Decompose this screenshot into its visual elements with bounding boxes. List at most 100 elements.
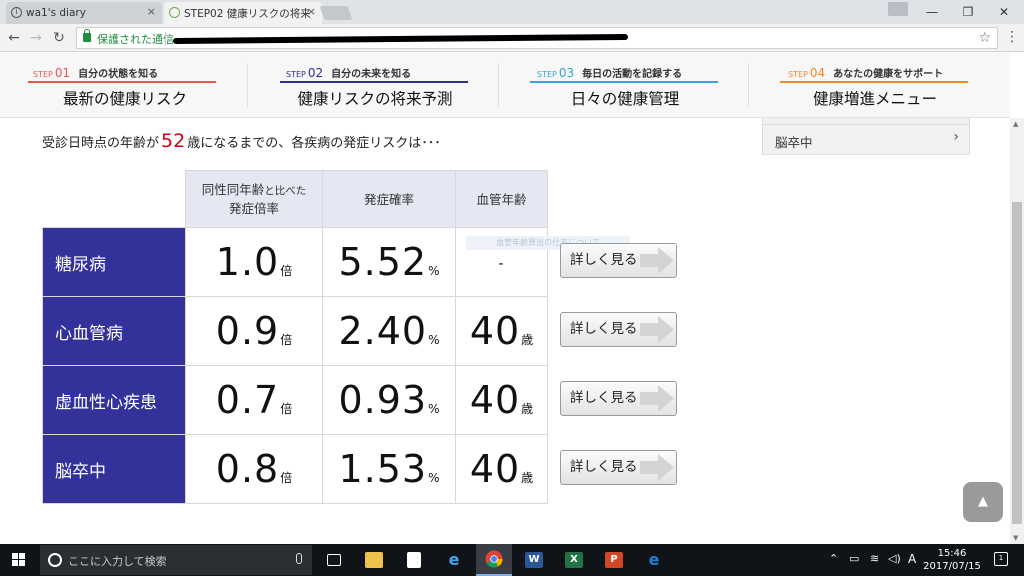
windows-start-icon[interactable] [12,553,26,567]
clock-date: 2017/07/15 [923,561,981,572]
taskbar-app-word[interactable]: W [516,544,552,576]
taskbar-app-ie[interactable]: e [436,544,472,576]
close-tab-icon[interactable]: × [307,5,316,18]
disease-name: 糖尿病 [42,227,186,297]
clock-time: 15:46 [937,548,967,559]
table-header-row: 同性同年齢と比べた 発症倍率 発症確率 血管年齢 [43,170,548,228]
step-underline [28,81,216,83]
task-view-button[interactable] [316,544,352,576]
step-tag: STEP [286,70,306,79]
action-center-icon[interactable]: 1 [994,552,1008,566]
store-icon [407,552,421,568]
battery-icon[interactable]: ▭ [849,552,859,565]
disease-name: 心血管病 [42,296,186,366]
ratio-value: 0.9 [215,309,280,353]
step-title: 健康リスクの将来予測 [297,90,453,108]
task-view-icon [327,554,341,566]
restore-button[interactable]: ❐ [950,0,986,24]
ratio-unit: 倍 [280,402,293,416]
step-title: 日々の健康管理 [570,90,680,108]
taskbar-app-store[interactable] [396,544,432,576]
forward-button[interactable]: → [28,29,44,47]
ime-indicator[interactable]: A [908,552,916,566]
taskbar-app-chrome[interactable] [476,544,512,576]
table-row: 心血管病 0.9倍 2.40% 40歳 [42,296,548,366]
ratio-unit: 倍 [280,333,293,347]
ratio-cell: 0.8倍 [185,434,323,504]
detail-button-stroke[interactable]: 詳しく見る [560,450,677,485]
chevron-right-icon: › [953,129,959,145]
step-underline [280,81,468,83]
vascular-age-value: 40 [469,447,521,491]
step-02-nav-item[interactable]: STEP 02 自分の未来を知る 健康リスクの将来予測 [250,53,500,118]
tab-step02[interactable]: STEP02 健康リスクの将来 × [164,2,322,24]
detail-button-label: 詳しく見る [570,390,638,406]
step-number: 04 [809,66,826,80]
disease-menu-item-stroke[interactable]: 脳卒中 › [762,118,970,155]
step-heading-text: 自分の未来を知る [331,69,412,80]
new-tab-button[interactable] [319,6,353,20]
detail-button-diabetes[interactable]: 詳しく見る [560,243,677,278]
vascular-age-cell: 40歳 [455,365,548,435]
arrow-right-icon [640,316,674,343]
address-bar[interactable]: 保護された通信 ☆ [76,27,998,49]
taskbar-app-explorer[interactable] [356,544,392,576]
step-tag: STEP [33,70,53,79]
microphone-icon[interactable] [296,553,302,564]
close-tab-icon[interactable]: × [147,5,156,18]
network-icon[interactable]: ≋ [870,552,879,565]
taskbar-app-excel[interactable]: X [556,544,592,576]
reload-button[interactable]: ↻ [51,29,67,47]
tab-label: STEP02 健康リスクの将来 [184,7,311,20]
taskbar-clock[interactable]: 15:46 2017/07/15 [922,547,982,573]
volume-icon[interactable]: ◁) [888,552,901,565]
bookmark-star-icon[interactable]: ☆ [978,30,991,46]
vascular-age-unit: 歳 [521,333,534,347]
table-row: 脳卒中 0.8倍 1.53% 40歳 [42,434,548,504]
detail-button-label: 詳しく見る [570,252,638,268]
taskbar-search-box[interactable]: ここに入力して検索 [40,545,312,575]
back-button[interactable]: ← [6,29,22,47]
ratio-value: 0.7 [215,378,280,422]
internet-explorer-icon: e [448,550,460,569]
scroll-down-icon[interactable]: ▼ [1013,534,1018,542]
target-age: 52 [161,130,186,152]
step-04-nav-item[interactable]: STEP 04 あなたの健康をサポート 健康増進メニュー [750,53,1000,118]
tab-diary[interactable]: i wa1's diary × [6,2,162,24]
show-hidden-icons-chevron-icon[interactable]: ⌃ [829,552,838,565]
back-to-top-button[interactable]: ▲ [963,482,1003,522]
step-tag: STEP [788,70,808,79]
scrollbar-thumb[interactable] [1012,202,1022,524]
divider [165,32,166,45]
ratio-value: 1.0 [215,240,280,284]
lead-suffix: 歳になるまでの、各疾病の発症リスクは･･･ [187,136,441,151]
scroll-up-icon[interactable]: ▲ [1013,120,1018,128]
tab-label: wa1's diary [26,7,86,19]
profile-button[interactable] [888,2,908,16]
taskbar-app-powerpoint[interactable]: P [596,544,632,576]
step-03-nav-item[interactable]: STEP 03 毎日の活動を記録する 日々の健康管理 [500,53,750,118]
table-corner [43,171,186,228]
step-navigation: STEP 01 自分の状態を知る 最新の健康リスク STEP 02 自分の未来を知る 健… [0,53,1010,118]
probability-cell: 1.53% [322,434,456,504]
detail-button-ischemic-heart[interactable]: 詳しく見る [560,381,677,416]
site-favicon-icon: i [11,7,22,18]
probability-unit: % [428,264,440,278]
step-01-nav-item[interactable]: STEP 01 自分の状態を知る 最新の健康リスク [0,53,250,118]
browser-menu-icon[interactable]: ⋮ [1005,29,1019,45]
minimize-button[interactable]: — [914,0,950,24]
step-number: 01 [54,66,71,80]
search-placeholder: ここに入力して検索 [68,555,167,568]
detail-button-cardiovascular[interactable]: 詳しく見る [560,312,677,347]
site-favicon-icon [169,7,180,18]
taskbar-app-edge[interactable]: e [636,544,672,576]
step-tag: STEP [537,70,557,79]
divider [498,63,499,107]
page-scrollbar[interactable]: ▲ ▼ [1010,118,1024,544]
ratio-unit: 倍 [280,471,293,485]
browser-tab-bar: i wa1's diary × STEP02 健康リスクの将来 × — ❐ ✕ [0,0,1024,24]
close-window-button[interactable]: ✕ [986,0,1022,24]
step-heading: STEP 04 あなたの健康をサポート [788,65,943,80]
arrow-right-icon [640,385,674,412]
step-heading-text: あなたの健康をサポート [833,69,944,80]
